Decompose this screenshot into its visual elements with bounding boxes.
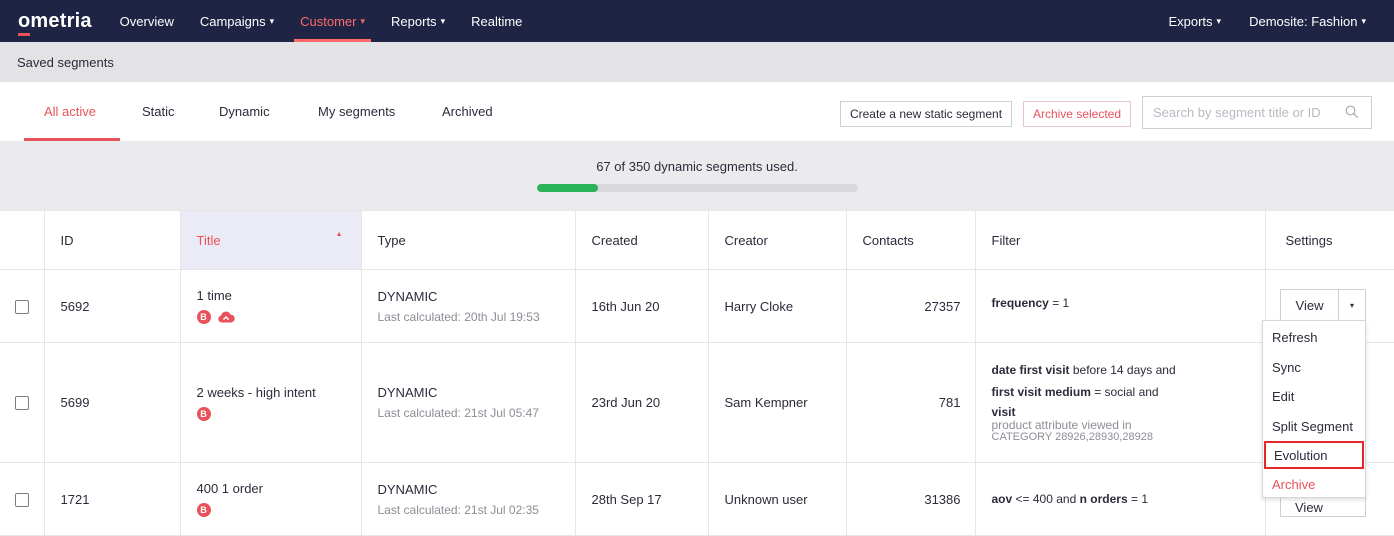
menu-item-archive[interactable]: Archive xyxy=(1263,470,1365,498)
filter-cell: aov <= 400 and n orders = 1 xyxy=(974,462,1265,536)
last-calculated: Last calculated: 21st Jul 02:35 xyxy=(377,502,539,517)
page-title: Saved segments xyxy=(17,54,114,70)
nav-reports[interactable]: Reports ▾ xyxy=(391,0,445,42)
contacts-count: 31386 xyxy=(845,462,975,536)
segment-type: DYNAMIC xyxy=(377,385,438,400)
filter-cell: date first visit before 14 days and firs… xyxy=(974,342,1265,463)
column-header-contacts[interactable]: Contacts xyxy=(845,210,975,270)
column-header-settings: Settings xyxy=(1264,210,1394,270)
segment-id: 5692 xyxy=(43,269,180,343)
cloud-sync-icon xyxy=(217,311,235,323)
chevron-down-icon: ▾ xyxy=(269,15,275,26)
segment-type-cell: DYNAMIC Last calculated: 21st Jul 02:35 xyxy=(360,462,575,536)
segment-type: DYNAMIC xyxy=(377,288,438,304)
column-header-id[interactable]: ID xyxy=(43,210,180,270)
created-date: 28th Sep 17 xyxy=(574,462,708,536)
segment-title[interactable]: 1 time xyxy=(197,288,361,303)
menu-item-edit[interactable]: Edit xyxy=(1263,382,1365,410)
nav-campaigns[interactable]: Campaigns ▾ xyxy=(200,0,274,42)
filter-rule: date first visit before 14 days and xyxy=(991,363,1176,377)
view-button[interactable]: View xyxy=(1281,290,1339,321)
table-row: 5699 2 weeks - high intent B DYNAMIC Las… xyxy=(0,342,1394,463)
tab-all-active[interactable]: All active xyxy=(44,104,96,119)
column-header-creator[interactable]: Creator xyxy=(707,210,846,270)
nav-overview[interactable]: Overview xyxy=(120,0,174,42)
row-checkbox[interactable] xyxy=(14,492,29,507)
segment-tabs: All active Static Dynamic My segments Ar… xyxy=(0,82,1394,141)
segment-id: 5699 xyxy=(43,342,180,463)
last-calculated: Last calculated: 20th Jul 19:53 xyxy=(377,309,540,324)
chevron-down-icon: ▾ xyxy=(360,15,366,26)
menu-item-refresh[interactable]: Refresh xyxy=(1263,323,1365,351)
segment-title-cell: 2 weeks - high intent B xyxy=(179,342,361,463)
settings-dropdown-menu: Refresh Sync Edit Split Segment Evolutio… xyxy=(1262,320,1366,498)
segment-type-cell: DYNAMIC Last calculated: 20th Jul 19:53 xyxy=(360,269,575,343)
usage-progress-fill xyxy=(537,184,599,192)
table-header-row: ID Title ▲ Type Created Creator Contacts … xyxy=(0,210,1394,270)
segment-search xyxy=(1142,96,1372,129)
menu-item-split-segment[interactable]: Split Segment xyxy=(1263,412,1365,440)
nav-exports[interactable]: Exports ▾ xyxy=(1168,0,1221,42)
ometria-logo[interactable]: ometria xyxy=(18,10,92,36)
b-badge-icon: B xyxy=(196,503,211,517)
filter-category: CATEGORY 28926,28930,28928 xyxy=(991,431,1153,443)
created-date: 16th Jun 20 xyxy=(574,269,708,343)
page-subheader: Saved segments xyxy=(0,42,1394,82)
creator: Sam Kempner xyxy=(707,342,846,463)
menu-item-sync[interactable]: Sync xyxy=(1263,353,1365,381)
top-nav: ometria Overview Campaigns ▾ Customer ▾ Re… xyxy=(0,0,1394,42)
nav-account-demosite[interactable]: Demosite: Fashion ▾ xyxy=(1249,0,1366,42)
segment-title[interactable]: 400 1 order xyxy=(197,481,361,496)
nav-customer[interactable]: Customer ▾ xyxy=(294,0,372,42)
creator: Unknown user xyxy=(707,462,846,536)
tab-archived[interactable]: Archived xyxy=(442,104,493,119)
b-badge-icon: B xyxy=(196,310,211,324)
settings-dropdown-toggle[interactable]: ▾ xyxy=(1339,290,1365,321)
b-badge-icon: B xyxy=(196,406,211,421)
segment-type-cell: DYNAMIC Last calculated: 21st Jul 05:47 xyxy=(360,342,575,463)
filter-rule: aov <= 400 and n orders = 1 xyxy=(991,492,1149,506)
segment-title[interactable]: 2 weeks - high intent xyxy=(197,385,361,400)
tab-static[interactable]: Static xyxy=(142,104,175,119)
contacts-count: 27357 xyxy=(845,269,975,343)
last-calculated: Last calculated: 21st Jul 05:47 xyxy=(377,406,539,420)
usage-text: 67 of 350 dynamic segments used. xyxy=(596,159,798,174)
column-header-title[interactable]: Title ▲ xyxy=(179,210,361,270)
tab-dynamic[interactable]: Dynamic xyxy=(219,104,270,119)
menu-item-evolution[interactable]: Evolution xyxy=(1264,441,1364,469)
usage-progress-bar xyxy=(537,184,858,192)
filter-rule: frequency = 1 xyxy=(991,296,1070,310)
row-checkbox[interactable] xyxy=(14,299,29,314)
nav-realtime[interactable]: Realtime xyxy=(471,0,522,42)
search-input[interactable] xyxy=(1153,105,1338,120)
filter-rule: first visit medium = social and xyxy=(991,385,1159,399)
sort-ascending-icon: ▲ xyxy=(335,231,343,238)
usage-panel: 67 of 350 dynamic segments used. xyxy=(0,141,1394,210)
search-icon[interactable] xyxy=(1345,105,1359,119)
created-date: 23rd Jun 20 xyxy=(574,342,708,463)
row-checkbox[interactable] xyxy=(14,396,29,411)
table-row: 5692 1 time B DYNAMIC Last calculated: 2… xyxy=(0,269,1394,343)
table-row: 1721 400 1 order B DYNAMIC Last calculat… xyxy=(0,462,1394,536)
chevron-down-icon: ▾ xyxy=(440,15,446,26)
contacts-count: 781 xyxy=(845,342,975,463)
creator: Harry Cloke xyxy=(707,269,846,343)
chevron-down-icon: ▾ xyxy=(1361,15,1366,26)
view-button-group: View ▾ xyxy=(1280,289,1366,322)
segment-title-cell: 400 1 order B xyxy=(179,462,361,536)
chevron-down-icon: ▾ xyxy=(1216,15,1222,26)
column-header-created[interactable]: Created xyxy=(574,210,708,270)
select-column-header xyxy=(0,210,44,270)
segment-id: 1721 xyxy=(43,462,180,536)
column-header-type[interactable]: Type xyxy=(360,210,575,270)
filter-cell: frequency = 1 xyxy=(974,269,1265,343)
column-header-filter[interactable]: Filter xyxy=(974,210,1265,270)
tab-my-segments[interactable]: My segments xyxy=(318,104,395,119)
create-static-segment-button[interactable]: Create a new static segment xyxy=(840,101,1012,127)
filter-sub-rule: product attribute viewed in xyxy=(991,418,1132,432)
segments-table: ID Title ▲ Type Created Creator Contacts … xyxy=(0,210,1394,536)
archive-selected-button[interactable]: Archive selected xyxy=(1023,101,1131,127)
segment-title-cell: 1 time B xyxy=(179,269,361,343)
segment-type: DYNAMIC xyxy=(377,481,438,497)
